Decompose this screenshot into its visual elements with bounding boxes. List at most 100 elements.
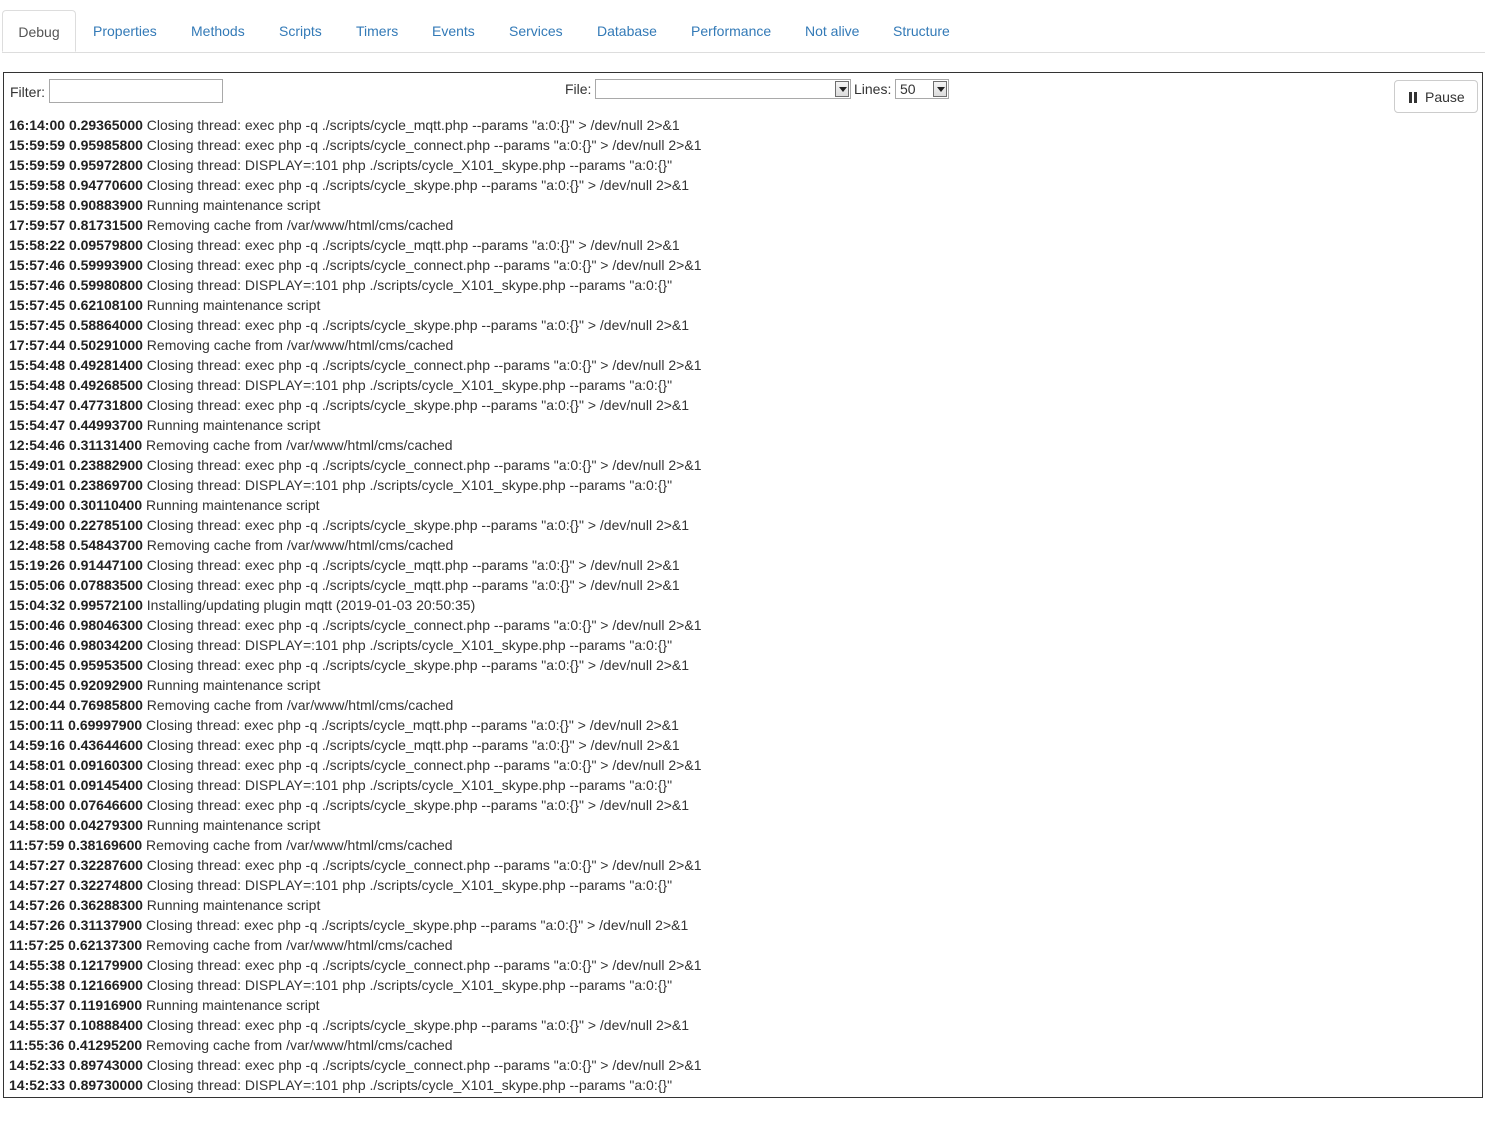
- log-message: Closing thread: exec php -q ./scripts/cy…: [146, 557, 680, 573]
- log-message: Removing cache from /var/www/html/cms/ca…: [146, 837, 453, 853]
- log-message: Closing thread: DISPLAY=:101 php ./scrip…: [146, 877, 673, 893]
- log-time: 15:19:26: [9, 557, 66, 573]
- pause-button[interactable]: Pause: [1394, 80, 1478, 113]
- log-message: Removing cache from /var/www/html/cms/ca…: [146, 537, 454, 553]
- tab-debug[interactable]: Debug: [2, 10, 76, 52]
- tab-timers[interactable]: Timers: [356, 10, 398, 51]
- log-line: 15:54:47 0.47731800 Closing thread: exec…: [9, 395, 1469, 415]
- log-value: 0.95985800: [68, 137, 143, 153]
- log-line: 17:57:44 0.50291000 Removing cache from …: [9, 335, 1469, 355]
- log-time: 15:00:45: [9, 657, 66, 673]
- log-line: 15:59:58 0.90883900 Running maintenance …: [9, 195, 1469, 215]
- log-value: 0.50291000: [68, 337, 143, 353]
- log-value: 0.04279300: [68, 817, 143, 833]
- pause-button-label: Pause: [1425, 89, 1465, 105]
- log-value: 0.59993900: [68, 257, 143, 273]
- log-message: Closing thread: exec php -q ./scripts/cy…: [146, 517, 690, 533]
- log-value: 0.49281400: [68, 357, 143, 373]
- log-time: 17:57:44: [9, 337, 66, 353]
- log-value: 0.90883900: [68, 197, 143, 213]
- log-line: 12:54:46 0.31131400 Removing cache from …: [9, 435, 1469, 455]
- chevron-down-icon[interactable]: [933, 81, 947, 97]
- log-line: 15:54:48 0.49268500 Closing thread: DISP…: [9, 375, 1469, 395]
- log-line: 15:00:11 0.69997900 Closing thread: exec…: [9, 715, 1469, 735]
- log-value: 0.36288300: [68, 897, 143, 913]
- file-select[interactable]: [595, 79, 851, 99]
- log-time: 14:58:00: [9, 797, 66, 813]
- log-value: 0.62137300: [68, 937, 143, 953]
- log-value: 0.59980800: [68, 277, 143, 293]
- tab-structure[interactable]: Structure: [893, 10, 950, 51]
- log-time: 15:57:46: [9, 277, 66, 293]
- log-line: 14:55:37 0.10888400 Closing thread: exec…: [9, 1015, 1469, 1035]
- log-value: 0.54843700: [68, 537, 143, 553]
- tab-performance[interactable]: Performance: [691, 10, 771, 51]
- log-time: 15:49:01: [9, 477, 66, 493]
- log-message: Running maintenance script: [146, 817, 321, 833]
- log-line: 14:58:01 0.09160300 Closing thread: exec…: [9, 755, 1469, 775]
- log-time: 15:54:47: [9, 397, 66, 413]
- log-line: 15:00:45 0.92092900 Running maintenance …: [9, 675, 1469, 695]
- log-value: 0.29365000: [68, 117, 143, 133]
- log-value: 0.92092900: [68, 677, 143, 693]
- tab-scripts[interactable]: Scripts: [279, 10, 322, 51]
- log-message: Running maintenance script: [146, 197, 321, 213]
- debug-panel: Filter: File: Lines: 50 Pause 16:14:00 0…: [3, 72, 1483, 1098]
- log-time: 15:57:45: [9, 297, 66, 313]
- tab-events[interactable]: Events: [432, 10, 475, 51]
- log-message: Removing cache from /var/www/html/cms/ca…: [146, 217, 454, 233]
- log-time: 14:57:27: [9, 877, 66, 893]
- log-value: 0.44993700: [68, 417, 143, 433]
- log-time: 15:59:59: [9, 137, 66, 153]
- tab-methods[interactable]: Methods: [191, 10, 245, 51]
- filter-input[interactable]: [49, 79, 223, 103]
- log-value: 0.98034200: [68, 637, 143, 653]
- log-time: 15:59:59: [9, 157, 66, 173]
- log-time: 14:58:01: [9, 777, 66, 793]
- log-message: Removing cache from /var/www/html/cms/ca…: [146, 937, 453, 953]
- tab-database[interactable]: Database: [597, 10, 657, 51]
- log-message: Closing thread: exec php -q ./scripts/cy…: [146, 917, 689, 933]
- log-line: 15:59:58 0.94770600 Closing thread: exec…: [9, 175, 1469, 195]
- log-line: 15:54:48 0.49281400 Closing thread: exec…: [9, 355, 1469, 375]
- log-message: Closing thread: exec php -q ./scripts/cy…: [146, 757, 702, 773]
- log-line: 15:00:46 0.98046300 Closing thread: exec…: [9, 615, 1469, 635]
- log-time: 15:05:06: [9, 577, 66, 593]
- log-value: 0.09160300: [68, 757, 143, 773]
- log-message: Closing thread: DISPLAY=:101 php ./scrip…: [146, 637, 673, 653]
- log-value: 0.49268500: [68, 377, 143, 393]
- log-value: 0.07883500: [68, 577, 143, 593]
- tab-bar: Debug Properties Methods Scripts Timers …: [2, 10, 1485, 53]
- log-message: Closing thread: exec php -q ./scripts/cy…: [146, 397, 690, 413]
- tab-services[interactable]: Services: [509, 10, 563, 51]
- log-time: 15:59:58: [9, 177, 66, 193]
- log-value: 0.89730000: [68, 1077, 143, 1093]
- log-time: 11:57:59: [9, 837, 65, 853]
- log-message: Closing thread: exec php -q ./scripts/cy…: [146, 117, 680, 133]
- log-line: 12:00:44 0.76985800 Removing cache from …: [9, 695, 1469, 715]
- log-line: 15:49:01 0.23869700 Closing thread: DISP…: [9, 475, 1469, 495]
- tab-not-alive[interactable]: Not alive: [805, 10, 859, 51]
- log-line: 15:19:26 0.91447100 Closing thread: exec…: [9, 555, 1469, 575]
- log-line: 11:57:59 0.38169600 Removing cache from …: [9, 835, 1469, 855]
- log-message: Closing thread: exec php -q ./scripts/cy…: [146, 737, 680, 753]
- tab-properties[interactable]: Properties: [93, 10, 157, 51]
- log-message: Running maintenance script: [146, 997, 320, 1013]
- lines-select-value: 50: [900, 81, 916, 97]
- log-message: Closing thread: exec php -q ./scripts/cy…: [146, 577, 680, 593]
- log-value: 0.31137900: [68, 917, 143, 933]
- log-time: 12:48:58: [9, 537, 66, 553]
- log-line: 16:14:00 0.29365000 Closing thread: exec…: [9, 115, 1469, 135]
- log-message: Closing thread: DISPLAY=:101 php ./scrip…: [146, 977, 673, 993]
- log-time: 15:49:00: [9, 497, 66, 513]
- log-message: Closing thread: exec php -q ./scripts/cy…: [146, 137, 702, 153]
- log-line: 17:59:57 0.81731500 Removing cache from …: [9, 215, 1469, 235]
- log-line: 14:55:37 0.11916900 Running maintenance …: [9, 995, 1469, 1015]
- log-message: Running maintenance script: [146, 297, 321, 313]
- log-message: Closing thread: exec php -q ./scripts/cy…: [146, 717, 679, 733]
- log-message: Closing thread: DISPLAY=:101 php ./scrip…: [146, 477, 673, 493]
- log-value: 0.43644600: [68, 737, 143, 753]
- lines-select[interactable]: 50: [895, 79, 949, 99]
- log-time: 15:00:45: [9, 677, 66, 693]
- chevron-down-icon[interactable]: [835, 81, 849, 97]
